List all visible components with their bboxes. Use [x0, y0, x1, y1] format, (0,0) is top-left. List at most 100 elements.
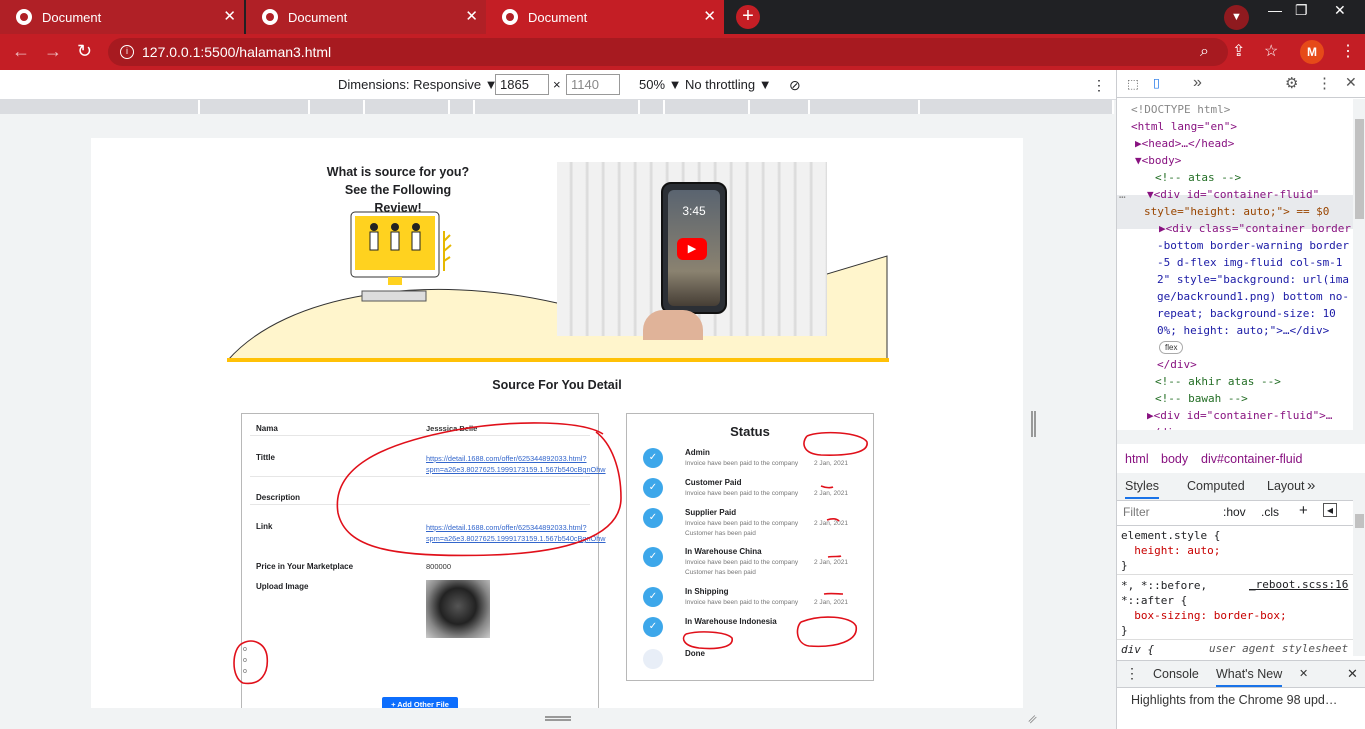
- styles-more-icon[interactable]: »: [1307, 477, 1315, 494]
- elements-hscrollbar[interactable]: [1117, 430, 1365, 444]
- rotate-icon[interactable]: ⊘: [789, 77, 801, 94]
- resize-handle-right[interactable]: [1031, 411, 1036, 437]
- flex-badge[interactable]: flex: [1159, 341, 1184, 354]
- share-icon[interactable]: ⇪: [1232, 43, 1245, 61]
- settings-gear-icon[interactable]: ⚙: [1285, 74, 1298, 92]
- inspect-element-icon[interactable]: ⬚: [1127, 76, 1139, 91]
- address-bar[interactable]: i 127.0.0.1:5500/halaman3.html: [108, 38, 1228, 66]
- hov-toggle[interactable]: :hov: [1223, 505, 1246, 519]
- forward-icon[interactable]: →: [44, 41, 62, 61]
- dimensions-select[interactable]: Dimensions: Responsive ▼: [338, 77, 498, 92]
- throttling-select[interactable]: No throttling ▼: [685, 77, 772, 92]
- resize-corner-icon[interactable]: ═: [1024, 711, 1040, 727]
- device-more-icon[interactable]: ⋮: [1092, 77, 1106, 94]
- browser-tab-3[interactable]: Document ✕: [486, 0, 724, 34]
- browser-toolbar: ← → ↻ i 127.0.0.1:5500/halaman3.html ⌕ ⇪…: [0, 34, 1365, 70]
- menu-kebab-icon[interactable]: ⋮: [1340, 43, 1356, 61]
- tab-console[interactable]: Console: [1153, 667, 1199, 681]
- tab-layout[interactable]: Layout: [1267, 479, 1305, 493]
- devtools-main-toolbar: ⬚ ▯ » ⚙ ⋮ ✕: [1117, 70, 1365, 98]
- dimension-separator: ×: [553, 77, 561, 92]
- dom-breadcrumb: html body div#container-fluid: [1117, 446, 1365, 474]
- reload-icon[interactable]: ↻: [77, 41, 92, 61]
- elements-tree[interactable]: <!DOCTYPE html> <html lang="en"> ▶<head>…: [1117, 99, 1353, 433]
- reboot-source-link[interactable]: _reboot.scss:16: [1249, 578, 1348, 591]
- child-div-line-5: ge/backround1.png) bottom no-: [1157, 290, 1350, 303]
- close-whats-new-icon[interactable]: ✕: [1299, 667, 1308, 680]
- crumb-html[interactable]: html: [1125, 452, 1149, 466]
- child-div-line-4: 2" style="background: url(ima: [1157, 273, 1350, 286]
- child-div-line-3: -5 d-flex img-fluid col-sm-1: [1157, 256, 1343, 269]
- tab-title: Document: [42, 9, 102, 25]
- cls-toggle[interactable]: .cls: [1261, 505, 1279, 519]
- div-close-line[interactable]: </div>: [1157, 356, 1197, 373]
- user-agent-label: user agent stylesheet: [1209, 642, 1349, 655]
- child-div-line-7: 0%; height: auto;">…</div>: [1157, 324, 1330, 337]
- css-line: *, *::before,: [1121, 579, 1208, 592]
- head-line[interactable]: ▶<head>…</head>: [1135, 135, 1234, 152]
- new-rule-icon[interactable]: +: [1299, 502, 1308, 519]
- comment-atas[interactable]: <!-- atas -->: [1155, 169, 1241, 186]
- red-annotation-marks: [233, 422, 868, 685]
- profile-avatar[interactable]: M: [1300, 40, 1324, 64]
- bookmark-star-icon[interactable]: ☆: [1264, 43, 1278, 61]
- child-div-line-2: -bottom border-warning border: [1157, 239, 1350, 252]
- comment-bawah[interactable]: <!-- bawah -->: [1155, 390, 1248, 407]
- browser-tab-1[interactable]: Document ✕: [0, 0, 244, 34]
- tab-styles[interactable]: Styles: [1125, 479, 1160, 499]
- tab-whats-new[interactable]: What's New: [1216, 667, 1283, 687]
- back-icon[interactable]: ←: [12, 41, 30, 61]
- window-close-icon[interactable]: ✕: [1334, 2, 1346, 19]
- close-tab-icon[interactable]: ✕: [465, 9, 478, 25]
- zoom-icon[interactable]: ⌕: [1200, 43, 1209, 61]
- close-tab-icon[interactable]: ✕: [223, 9, 236, 25]
- rendered-page: What is source for you? See the Followin…: [91, 138, 1023, 708]
- selected-div-line[interactable]: ▼<div id="container-fluid": [1147, 186, 1319, 203]
- whats-new-text[interactable]: Highlights from the Chrome 98 upd…: [1131, 693, 1337, 707]
- tab-strip: Document ✕ Document ✕ Document ✕ + ▼ — ❐…: [0, 0, 1365, 34]
- maximize-icon[interactable]: ❐: [1295, 2, 1308, 19]
- more-panels-icon[interactable]: »: [1193, 74, 1202, 92]
- crumb-div[interactable]: div#container-fluid: [1201, 452, 1302, 466]
- device-toggle-icon[interactable]: ▯: [1153, 75, 1160, 90]
- child-div-line-1[interactable]: ▶<div class="container border: [1159, 220, 1351, 237]
- tab-search-chevron-icon[interactable]: ▼: [1224, 5, 1249, 30]
- minimize-icon[interactable]: —: [1268, 2, 1282, 18]
- css-line[interactable]: height: auto;: [1121, 543, 1220, 558]
- media-query-bar[interactable]: [0, 100, 1116, 116]
- css-line: }: [1121, 559, 1128, 572]
- drawer-menu-icon[interactable]: ⋮: [1125, 665, 1139, 682]
- resize-handle-bottom[interactable]: [545, 716, 571, 721]
- second-div-line[interactable]: ▶<div id="container-fluid">…: [1147, 407, 1332, 424]
- elements-scrollbar[interactable]: [1353, 99, 1365, 433]
- url-text: 127.0.0.1:5500/halaman3.html: [142, 44, 332, 60]
- selected-div-style[interactable]: style="height: auto;"> == $0: [1144, 203, 1329, 220]
- filter-input[interactable]: Filter: [1123, 505, 1150, 519]
- devtools-menu-icon[interactable]: ⋮: [1317, 74, 1332, 92]
- drawer-close-icon[interactable]: ✕: [1347, 666, 1358, 682]
- tab-computed[interactable]: Computed: [1187, 479, 1245, 493]
- zoom-select[interactable]: 50% ▼: [639, 77, 682, 92]
- styles-scrollbar[interactable]: [1353, 500, 1365, 656]
- device-toolbar: Dimensions: Responsive ▼ × 50% ▼ No thro…: [0, 70, 1116, 100]
- drawer-tabs: ⋮ Console What's New ✕ ✕: [1117, 660, 1365, 688]
- tab-title: Document: [528, 9, 588, 25]
- body-line[interactable]: ▼<body>: [1135, 152, 1181, 169]
- favicon-icon: [16, 9, 32, 25]
- child-div-line-6: repeat; background-size: 10: [1157, 307, 1336, 320]
- site-info-icon[interactable]: i: [120, 45, 134, 59]
- height-input[interactable]: [566, 74, 620, 95]
- browser-tab-2[interactable]: Document ✕: [246, 0, 486, 34]
- toggle-sidebar-icon[interactable]: ◂: [1323, 503, 1337, 517]
- crumb-body[interactable]: body: [1161, 452, 1188, 466]
- devtools-close-icon[interactable]: ✕: [1345, 74, 1357, 91]
- comment-akhir-atas[interactable]: <!-- akhir atas -->: [1155, 373, 1281, 390]
- new-tab-button[interactable]: +: [736, 5, 760, 29]
- css-line[interactable]: box-sizing: border-box;: [1121, 608, 1286, 623]
- html-line[interactable]: <html lang="en">: [1131, 118, 1237, 135]
- width-input[interactable]: [495, 74, 549, 95]
- styles-pane[interactable]: element.style { height: auto; } *, *::be…: [1117, 526, 1353, 656]
- ellipsis-icon[interactable]: …: [1119, 186, 1126, 203]
- close-tab-icon[interactable]: ✕: [703, 9, 716, 25]
- doctype-line[interactable]: <!DOCTYPE html>: [1131, 101, 1230, 118]
